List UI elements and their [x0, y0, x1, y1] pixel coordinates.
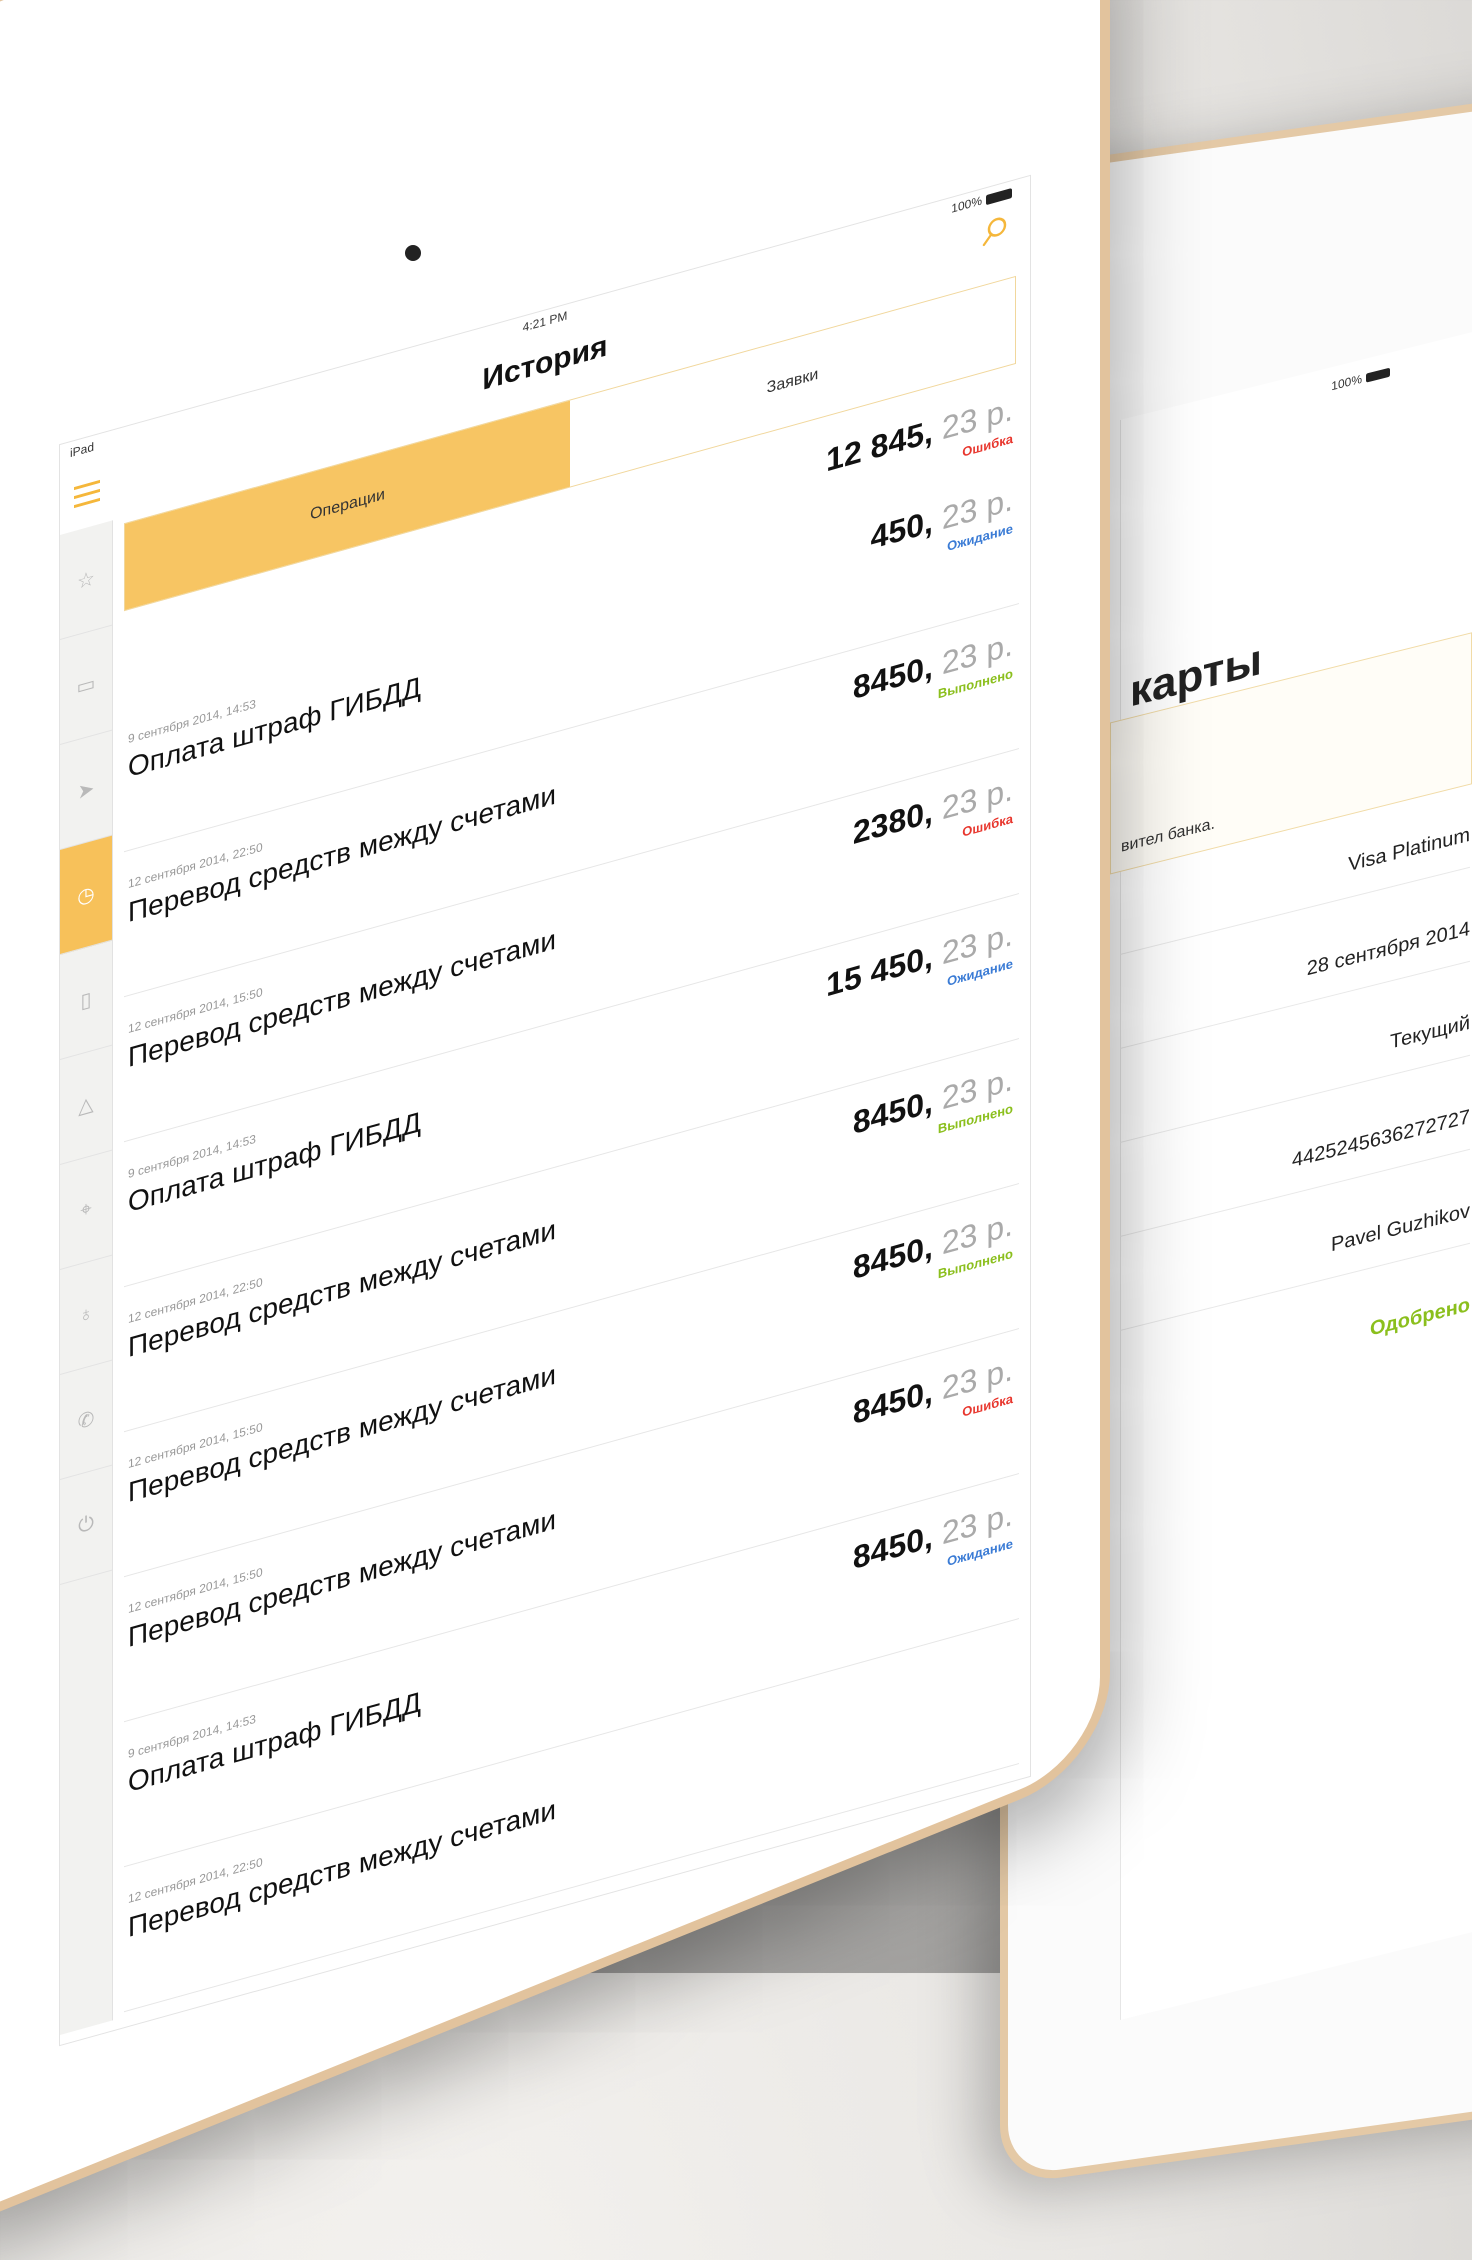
sidebar: ☆ ▭ ➤ ◷ ▯ △ ⌖ ♁ ✆ ⏻ — [60, 520, 113, 2036]
star-icon: ☆ — [77, 566, 95, 594]
detail-value: Pavel Guzhikov — [1331, 1199, 1470, 1257]
amount-whole: 12 845, — [826, 412, 933, 479]
amount-whole: 8450, — [852, 1082, 933, 1142]
amount-whole: 2380, — [852, 792, 933, 852]
back-battery-text: 100% — [1331, 371, 1362, 394]
camera-icon — [405, 245, 421, 261]
bulb-icon: ♁ — [78, 1301, 94, 1328]
transaction-list: 12 845, 23 р. Ошибка 9 сентября 2014, 14… — [124, 389, 1019, 2013]
sidebar-item-favorites[interactable]: ☆ — [60, 520, 112, 640]
history-icon: ◷ — [77, 881, 95, 909]
detail-value: 28 сентября 2014 — [1306, 917, 1470, 981]
sidebar-item-logout[interactable]: ⏻ — [60, 1465, 112, 1585]
map-icon: ⌖ — [80, 1196, 92, 1222]
sidebar-item-cards[interactable]: ▭ — [60, 625, 112, 745]
sidebar-item-documents[interactable]: ▯ — [60, 940, 112, 1060]
sidebar-item-payments[interactable]: ➤ — [60, 730, 112, 850]
send-icon: ➤ — [77, 776, 95, 804]
amount-whole: 8450, — [852, 647, 933, 707]
detail-value: Текущий — [1390, 1011, 1470, 1054]
battery-icon — [986, 187, 1012, 206]
sidebar-item-tips[interactable]: ♁ — [60, 1255, 112, 1375]
back-status-bar: 100% — [1331, 365, 1390, 394]
amount-whole: 450, — [870, 502, 933, 557]
amount-whole: 8450, — [852, 1227, 933, 1287]
battery-text: 100% — [951, 193, 982, 216]
tablet-back-screen: 100% карты вител банка. Visa Platinum 28… — [1110, 325, 1472, 2020]
tablet-main-screen: iPad 4:21 PM 100% История ☆ ▭ ➤ ◷ ▯ △ ⌖ … — [60, 175, 1030, 2045]
warning-icon: △ — [78, 1092, 94, 1119]
status-badge: Одобрено — [1370, 1293, 1470, 1341]
sidebar-item-map[interactable]: ⌖ — [60, 1150, 112, 1270]
power-icon: ⏻ — [78, 1511, 94, 1538]
phone-icon: ✆ — [77, 1406, 95, 1434]
card-icon: ▭ — [76, 671, 96, 699]
amount-whole: 15 450, — [826, 937, 933, 1004]
battery-icon — [1366, 368, 1390, 383]
document-icon: ▯ — [80, 987, 92, 1013]
sidebar-item-history[interactable]: ◷ — [60, 835, 112, 955]
detail-value: 4425245636272727 — [1292, 1105, 1470, 1173]
amount-whole: 8450, — [852, 1517, 933, 1577]
amount-whole: 8450, — [852, 1372, 933, 1432]
back-notice-text: вител банка. — [1121, 815, 1215, 856]
detail-value: Visa Platinum — [1348, 823, 1470, 877]
sidebar-item-alerts[interactable]: △ — [60, 1045, 112, 1165]
sidebar-item-contacts[interactable]: ✆ — [60, 1360, 112, 1480]
